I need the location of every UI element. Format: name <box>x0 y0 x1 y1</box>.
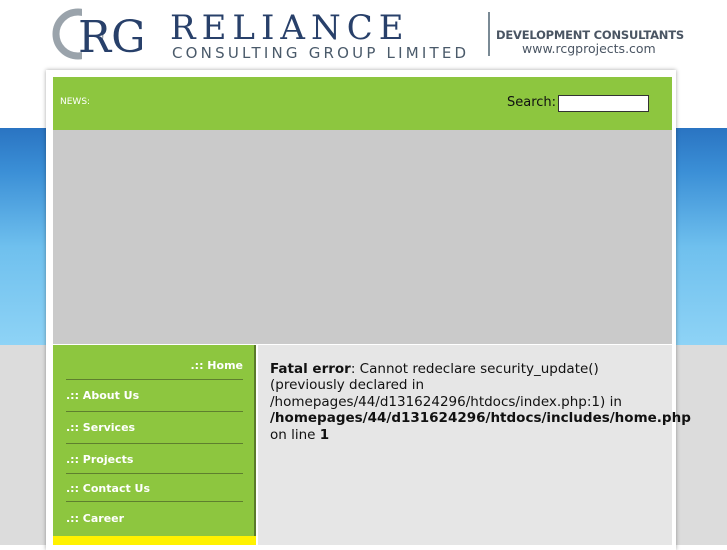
nav-item-about-us[interactable]: .:: About Us <box>66 389 139 402</box>
news-label: NEWS: <box>60 97 91 107</box>
error-line-number: 1 <box>319 426 330 443</box>
nav-divider <box>66 473 243 474</box>
search-input[interactable] <box>558 95 649 112</box>
brand-name: RELIANCE <box>170 8 410 48</box>
error-message: Fatal error: Cannot redeclare security_u… <box>270 361 691 443</box>
nav-item-home[interactable]: .:: Home <box>191 359 244 372</box>
nav-divider <box>66 411 243 412</box>
search-label: Search: <box>507 95 557 110</box>
dev-consultants-title: DEVELOPMENT CONSULTANTS <box>496 28 684 42</box>
banner-area <box>53 130 672 344</box>
brand-subtitle: CONSULTING GROUP LIMITED <box>172 44 470 62</box>
error-heading: Fatal error <box>270 361 351 377</box>
error-path: /homepages/44/d131624296/htdocs/includes… <box>270 410 691 427</box>
nav-item-projects[interactable]: .:: Projects <box>66 453 133 466</box>
nav-divider <box>66 379 243 380</box>
nav-item-services[interactable]: .:: Services <box>66 421 135 434</box>
error-line-prefix: on line <box>270 426 316 443</box>
logo-letters: RG <box>78 12 142 63</box>
sidebar-highlight-bar <box>53 536 256 545</box>
dev-url: www.rcgprojects.com <box>522 41 656 56</box>
rcg-logo-icon: RG <box>52 8 142 63</box>
nav-divider <box>66 501 243 502</box>
nav-item-contact-us[interactable]: .:: Contact Us <box>66 482 150 495</box>
header-divider <box>488 12 490 56</box>
nav-item-career[interactable]: .:: Career <box>66 512 124 525</box>
nav-divider <box>66 443 243 444</box>
